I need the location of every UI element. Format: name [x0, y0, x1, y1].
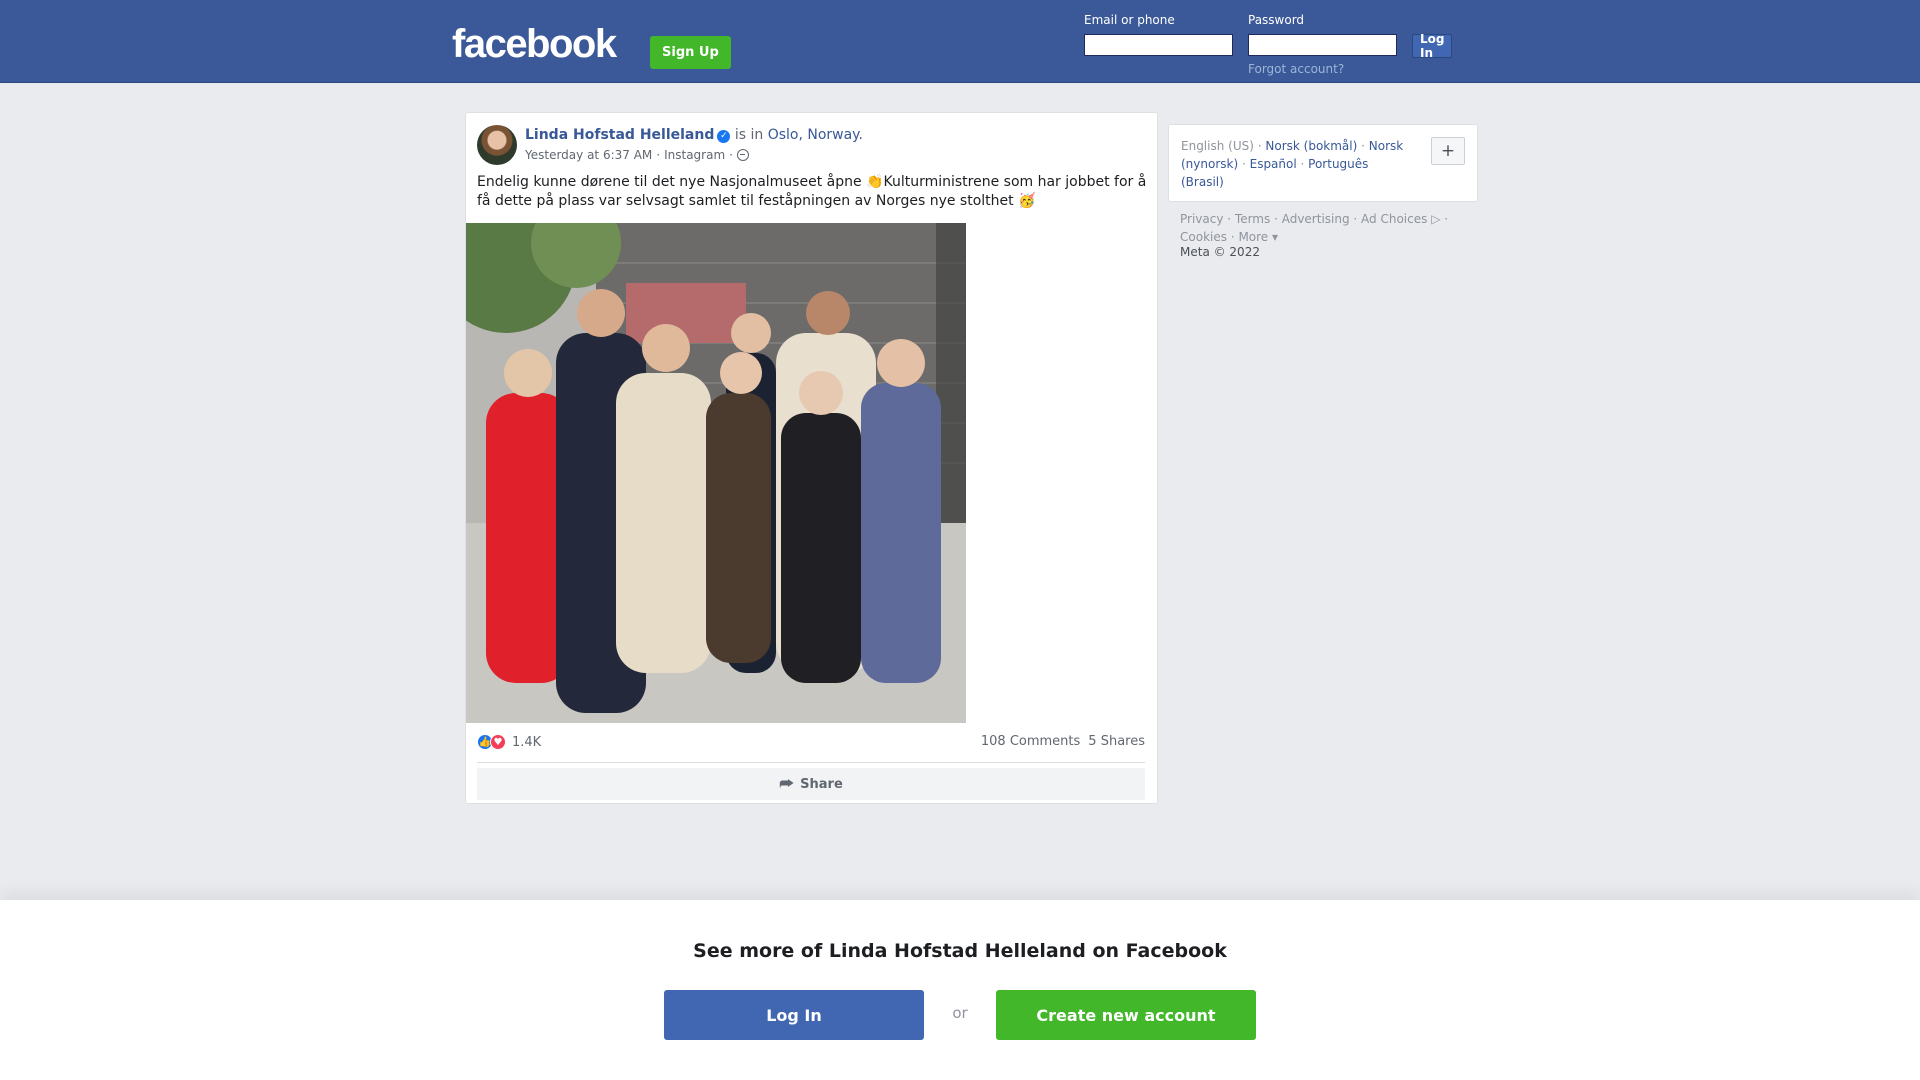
author-name-link[interactable]: Linda Hofstad Helleland [525, 127, 714, 143]
more-languages-button[interactable]: + [1431, 137, 1465, 165]
meta-separator: · [729, 148, 733, 162]
login-prompt-title: See more of Linda Hofstad Helleland on F… [693, 940, 1227, 962]
post-photo[interactable] [466, 223, 966, 723]
caret-down-icon: ▾ [1268, 230, 1279, 244]
location-link[interactable]: Oslo, Norway. [768, 127, 863, 143]
post-source: Instagram [664, 148, 726, 162]
language-link-norsk-bokmal[interactable]: Norsk (bokmål) [1265, 139, 1357, 153]
cookies-link[interactable]: Cookies [1180, 230, 1227, 244]
email-input[interactable] [1084, 34, 1233, 56]
privacy-link[interactable]: Privacy [1180, 212, 1223, 226]
language-list: English (US) · Norsk (bokmål) · Norsk (n… [1181, 139, 1404, 189]
post-text: Endelig kunne dørene til det nye Nasjona… [477, 174, 1147, 209]
ad-choices-link[interactable]: Ad Choices [1361, 212, 1427, 226]
more-link[interactable]: More [1238, 230, 1268, 244]
verified-badge-icon: ✓ [717, 130, 731, 143]
ad-choices-icon: ▷ [1427, 212, 1441, 226]
password-input[interactable] [1248, 34, 1397, 56]
forgot-account-link[interactable]: Forgot account? [1248, 62, 1344, 76]
author-avatar[interactable] [477, 125, 517, 165]
top-navigation-bar: facebook Sign Up Email or phone Password… [0, 0, 1920, 83]
share-label: Share [800, 776, 843, 792]
engagement-counts: 108 Comments 5 Shares [981, 734, 1145, 749]
advertising-link[interactable]: Advertising [1282, 212, 1350, 226]
action-divider [477, 762, 1145, 763]
email-label: Email or phone [1084, 13, 1175, 27]
reactions-summary[interactable]: 👍 ♥ 1.4K [477, 734, 541, 750]
bottom-log-in-button[interactable]: Log In [664, 990, 924, 1040]
language-link-espanol[interactable]: Español [1250, 157, 1297, 171]
is-in-text: is in [734, 127, 764, 143]
copyright: Meta © 2022 [1180, 245, 1260, 259]
post-header: Linda Hofstad Helleland ✓ is in Oslo, Nor… [525, 127, 863, 143]
post-meta: Yesterday at 6:37 AM · Instagram · [525, 148, 749, 162]
globe-icon [736, 149, 749, 161]
post-timestamp-link[interactable]: Yesterday at 6:37 AM [525, 148, 652, 162]
password-label: Password [1248, 13, 1305, 27]
love-reaction-icon: ♥ [490, 734, 506, 750]
current-language: English (US) [1181, 139, 1254, 153]
login-prompt-bar: See more of Linda Hofstad Helleland on F… [0, 900, 1920, 1080]
group-photo-illustration [466, 223, 966, 723]
terms-link[interactable]: Terms [1235, 212, 1270, 226]
log-in-button[interactable]: Log In [1412, 32, 1453, 60]
share-button[interactable]: ⮫ Share [477, 768, 1145, 800]
footer-links: Privacy · Terms · Advertising · Ad Choic… [1180, 212, 1449, 244]
create-new-account-button[interactable]: Create new account [996, 990, 1256, 1040]
sign-up-button[interactable]: Sign Up [650, 36, 731, 69]
post-card: Linda Hofstad Helleland ✓ is in Oslo, Nor… [465, 112, 1158, 804]
share-arrow-icon: ⮫ [779, 774, 795, 793]
shares-count-link[interactable]: 5 Shares [1088, 734, 1145, 749]
or-text: or [952, 1004, 968, 1022]
meta-separator: · [656, 148, 661, 162]
facebook-logo[interactable]: facebook [452, 22, 617, 67]
language-selector-box: English (US) · Norsk (bokmål) · Norsk (n… [1168, 124, 1478, 202]
comments-count-link[interactable]: 108 Comments [981, 734, 1080, 749]
reaction-count: 1.4K [512, 734, 542, 750]
